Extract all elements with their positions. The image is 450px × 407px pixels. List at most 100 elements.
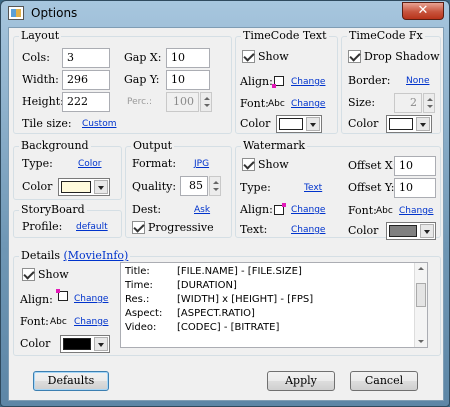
details-color-label: Color [20,337,51,350]
details-align-label: Align: [20,293,53,306]
drop-shadow-label[interactable]: Drop Shadow [364,50,440,63]
cols-label: Cols: [22,51,50,64]
timecode-align-label: Align: [240,75,273,88]
details-font-link[interactable]: Change [74,317,108,327]
watermark-type-link[interactable]: Text [304,183,322,193]
details-show-label[interactable]: Show [38,268,69,281]
progressive-label[interactable]: Progressive [148,221,214,234]
timecode-text-group: TimeCode Text Show Align: Change Font: A… [235,29,338,134]
timecode-color-dropdown[interactable] [276,115,322,133]
dialog-body: Layout Cols: 3 Width: 296 Height: 222 Ga… [8,27,444,401]
details-align-link[interactable]: Change [74,294,108,304]
color-swatch [61,181,91,193]
gap-x-label: Gap X: [124,51,162,64]
timecode-text-group-title: TimeCode Text [241,29,329,42]
timecode-font-link[interactable]: Change [291,99,325,109]
details-color-dropdown[interactable] [60,335,110,353]
watermark-font-link[interactable]: Change [399,206,433,216]
size-label: Size: [348,96,376,109]
watermark-align-link[interactable]: Change [291,205,325,215]
chevron-down-icon [94,180,108,194]
watermark-color-dropdown[interactable] [386,222,436,240]
color-swatch [389,118,413,130]
perc-input[interactable]: 100 [166,92,199,112]
tile-size-link[interactable]: Custom [82,119,116,129]
timecode-align-link[interactable]: Change [291,77,325,87]
perc-label: Perc.: [127,97,152,107]
details-group-title: Details (MovieInfo) [19,249,131,262]
title-bar[interactable]: Options ✕ [1,1,449,27]
chevron-down-icon [94,337,108,351]
drop-shadow-checkbox[interactable] [348,50,361,63]
profile-label: Profile: [22,220,63,233]
align-bottom-left-icon [272,76,284,88]
background-color-dropdown[interactable] [58,178,110,196]
timecode-font-label: Font: [240,97,269,110]
watermark-show-label[interactable]: Show [258,158,289,171]
background-group-title: Background [19,139,91,152]
scroll-thumb[interactable] [416,283,426,307]
size-spinner[interactable] [423,93,435,113]
background-type-link[interactable]: Color [78,159,102,169]
offset-y-label: Offset Y: [348,181,395,194]
timecode-fx-group: TimeCode Fx Drop Shadow Border: None Siz… [341,29,441,134]
fx-color-dropdown[interactable] [386,115,432,133]
timecode-show-checkbox[interactable] [242,50,255,63]
color-swatch [389,225,417,237]
scroll-up-icon[interactable] [418,267,424,270]
offset-x-input[interactable]: 10 [394,156,436,176]
progressive-checkbox[interactable] [132,221,145,234]
align-top-right-icon [274,203,286,215]
textarea-scrollbar[interactable] [414,263,427,347]
watermark-group-title: Watermark [241,139,308,152]
movieinfo-link[interactable]: (MovieInfo) [64,249,129,262]
border-link[interactable]: None [406,76,429,86]
template-line: Title: [FILE.NAME] - [FILE.SIZE] [125,266,302,277]
perc-spinner[interactable] [200,92,212,112]
quality-spinner[interactable] [209,176,221,196]
align-top-left-icon [56,289,68,301]
tile-size-label: Tile size: [22,117,72,130]
width-input[interactable]: 296 [62,70,110,90]
watermark-color-label: Color [348,224,379,237]
scroll-down-icon[interactable] [418,340,424,343]
fx-color-label: Color [348,117,379,130]
cols-input[interactable]: 3 [62,48,110,68]
dest-link[interactable]: Ask [194,205,210,215]
gap-y-input[interactable]: 10 [166,70,210,90]
details-font-label: Font: [20,315,49,328]
storyboard-group-title: StoryBoard [19,203,87,216]
timecode-fx-group-title: TimeCode Fx [347,29,425,42]
format-link[interactable]: JPG [194,159,209,169]
chevron-down-icon [306,117,320,131]
close-button[interactable]: ✕ [402,2,444,20]
apply-button[interactable]: Apply [267,371,335,391]
defaults-button[interactable]: Defaults [33,371,109,391]
height-input[interactable]: 222 [62,92,110,112]
close-icon: ✕ [417,3,429,18]
background-group: Background Type: Color Color [13,139,122,200]
height-label: Height: [22,95,64,108]
width-label: Width: [22,73,59,86]
watermark-show-checkbox[interactable] [242,158,255,171]
size-input[interactable]: 2 [394,93,422,113]
chevron-down-icon [420,224,434,238]
gap-x-input[interactable]: 10 [166,48,210,68]
timecode-show-label[interactable]: Show [258,50,289,63]
template-line: Res.: [WIDTH] x [HEIGHT] - [FPS] [125,294,314,305]
cancel-button[interactable]: Cancel [350,371,418,391]
output-group-title: Output [131,139,175,152]
details-show-checkbox[interactable] [22,268,35,281]
watermark-text-link[interactable]: Change [291,225,325,235]
timecode-color-label: Color [240,117,271,130]
offset-y-input[interactable]: 10 [394,178,436,198]
offset-x-label: Offset X: [348,159,397,172]
watermark-align-label: Align: [240,203,273,216]
profile-link[interactable]: default [76,222,108,232]
border-label: Border: [348,74,391,87]
background-color-label: Color [22,180,53,193]
gap-y-label: Gap Y: [124,73,160,86]
format-label: Format: [132,157,177,170]
details-template-textarea[interactable]: Title: [FILE.NAME] - [FILE.SIZE] Time: [DU… [120,262,428,348]
quality-input[interactable]: 85 [180,176,208,196]
